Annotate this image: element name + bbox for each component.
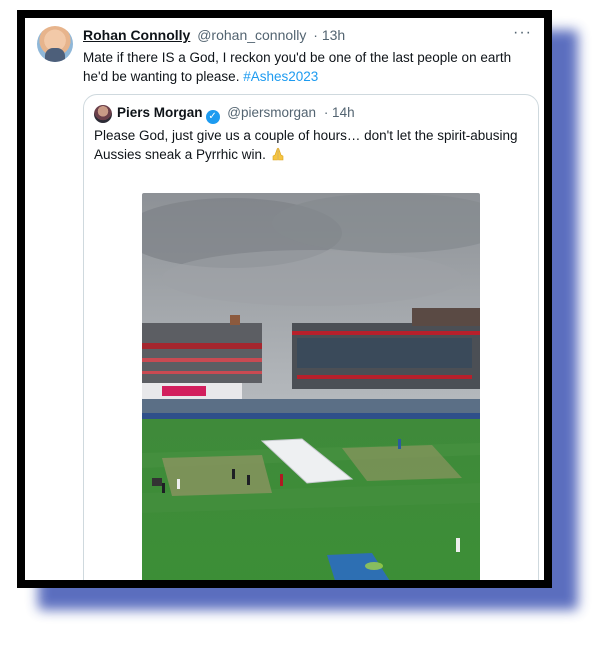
stadium-photo[interactable] <box>142 193 480 580</box>
quoted-tweet-time[interactable]: · 14h <box>324 105 355 120</box>
quoted-author-handle[interactable]: @piersmorgan <box>227 105 316 120</box>
author-handle[interactable]: @rohan_connolly <box>197 27 306 43</box>
praying-hands-icon <box>272 147 283 161</box>
quoted-tweet[interactable]: Piers Morgan ✓ @piersmorgan · 14h Please … <box>83 94 539 580</box>
tweet-time[interactable]: · 13h <box>313 27 345 43</box>
quoted-author-avatar[interactable] <box>94 105 112 123</box>
verified-badge-icon: ✓ <box>205 110 220 124</box>
author-line: Rohan Connolly @rohan_connolly · 13h <box>83 27 345 43</box>
more-icon[interactable]: ··· <box>513 24 532 42</box>
author-avatar[interactable] <box>37 26 73 62</box>
author-name[interactable]: Rohan Connolly <box>83 27 190 43</box>
quoted-author-name[interactable]: Piers Morgan <box>117 105 203 120</box>
tweet-text: Mate if there IS a God, I reckon you'd b… <box>83 48 528 86</box>
quoted-author-line: Piers Morgan ✓ @piersmorgan · 14h <box>117 105 355 124</box>
hashtag-link[interactable]: #Ashes2023 <box>243 69 318 84</box>
quoted-tweet-text: Please God, just give us a couple of hou… <box>94 126 524 164</box>
tweet-card[interactable]: Rohan Connolly @rohan_connolly · 13h ···… <box>25 18 544 580</box>
quoted-body: Please God, just give us a couple of hou… <box>94 128 518 162</box>
